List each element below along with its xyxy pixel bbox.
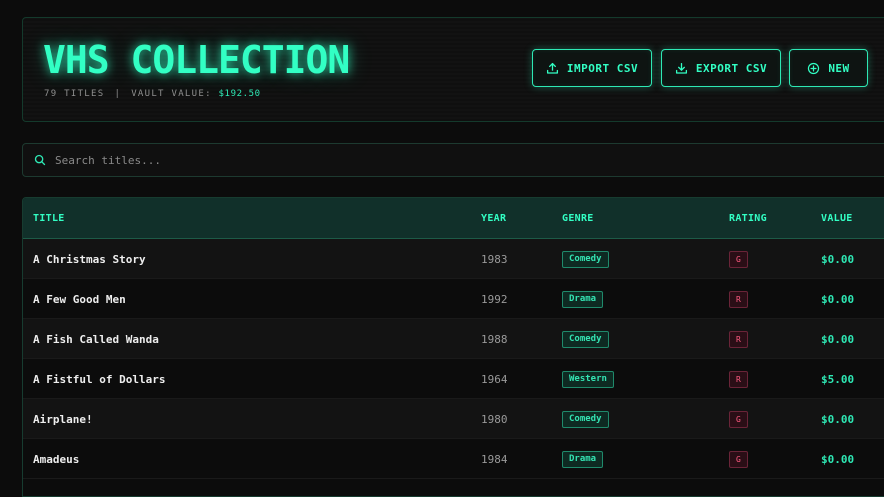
row-rating: R	[729, 279, 748, 319]
row-year: 1988	[481, 332, 508, 346]
titles-table: TITLE YEAR GENRE RATING VALUE A Christma…	[22, 197, 884, 497]
row-genre: Drama	[562, 439, 604, 479]
row-title: A Fistful of Dollars	[33, 372, 166, 386]
row-year: 1964	[481, 372, 508, 386]
row-year: 1984	[481, 452, 508, 466]
row-title: A Christmas Story	[33, 252, 146, 266]
column-header-title[interactable]: TITLE	[33, 213, 65, 224]
vault-label: VAULT VALUE:	[131, 89, 212, 99]
row-rating: G	[729, 439, 748, 479]
row-title: Amadeus	[33, 452, 80, 466]
page-title: VHS COLLECTION	[43, 38, 350, 82]
row-genre: Comedy	[562, 319, 609, 359]
rating-badge: G	[729, 450, 748, 468]
genre-badge: Western	[562, 370, 614, 388]
row-rating: R	[729, 319, 748, 359]
collection-stats: 79 TITLES | VAULT VALUE: $192.50	[44, 89, 261, 99]
row-title: A Few Good Men	[33, 292, 126, 306]
column-header-rating[interactable]: RATING	[729, 213, 767, 224]
genre-badge: Drama	[562, 290, 604, 308]
table-row[interactable]: A Fish Called Wanda 1988 Comedy R $0.00	[23, 319, 884, 359]
row-value: $0.00	[821, 412, 855, 426]
new-button[interactable]: NEW	[789, 49, 868, 87]
row-value: $0.00	[821, 452, 855, 466]
export-csv-button[interactable]: EXPORT CSV	[661, 49, 781, 87]
rating-badge: G	[729, 250, 748, 268]
plus-circle-icon	[808, 62, 820, 74]
table-row[interactable]: A Fistful of Dollars 1964 Western R $5.0…	[23, 359, 884, 399]
vault-value: $192.50	[218, 89, 261, 99]
rating-badge: G	[729, 410, 748, 428]
import-csv-label: IMPORT CSV	[566, 61, 639, 75]
rating-badge: R	[729, 370, 748, 388]
row-year: 1983	[481, 252, 508, 266]
row-rating: G	[729, 399, 748, 439]
row-genre: Western	[562, 359, 614, 399]
export-csv-label: EXPORT CSV	[695, 61, 768, 75]
download-icon	[675, 62, 687, 74]
row-value: $0.00	[821, 332, 855, 346]
new-label: NEW	[828, 61, 850, 75]
row-year: 1992	[481, 292, 508, 306]
import-csv-button[interactable]: IMPORT CSV	[532, 49, 652, 87]
row-genre: Drama	[562, 279, 604, 319]
row-value: $0.00	[821, 292, 855, 306]
row-genre: Comedy	[562, 399, 609, 439]
row-genre: Comedy	[562, 239, 609, 279]
column-header-genre[interactable]: GENRE	[562, 213, 594, 224]
row-value: $5.00	[821, 372, 855, 386]
column-header-year[interactable]: YEAR	[481, 213, 506, 224]
row-year: 1980	[481, 412, 508, 426]
header-card: VHS COLLECTION 79 TITLES | VAULT VALUE: $1…	[22, 17, 884, 122]
genre-badge: Comedy	[562, 410, 609, 428]
search-input[interactable]	[53, 152, 853, 168]
table-row[interactable]: Amadeus 1984 Drama G $0.00	[23, 439, 884, 479]
search-bar[interactable]	[22, 143, 884, 177]
table-row[interactable]: A Few Good Men 1992 Drama R $0.00	[23, 279, 884, 319]
table-header: TITLE YEAR GENRE RATING VALUE	[23, 198, 884, 239]
genre-badge: Comedy	[562, 250, 609, 268]
row-rating: R	[729, 359, 748, 399]
row-rating: G	[729, 239, 748, 279]
search-icon	[34, 154, 46, 166]
upload-icon	[546, 62, 558, 74]
row-title: Airplane!	[33, 412, 93, 426]
rating-badge: R	[729, 290, 748, 308]
genre-badge: Comedy	[562, 330, 609, 348]
title-count: 79 TITLES	[44, 89, 105, 99]
genre-badge: Drama	[562, 450, 604, 468]
row-title: A Fish Called Wanda	[33, 332, 159, 346]
stats-separator: |	[114, 89, 122, 99]
column-header-value[interactable]: VALUE	[821, 213, 853, 224]
rating-badge: R	[729, 330, 748, 348]
table-row[interactable]: A Christmas Story 1983 Comedy G $0.00	[23, 239, 884, 279]
row-value: $0.00	[821, 252, 855, 266]
table-body: A Christmas Story 1983 Comedy G $0.00 A …	[23, 239, 884, 479]
table-row[interactable]: Airplane! 1980 Comedy G $0.00	[23, 399, 884, 439]
